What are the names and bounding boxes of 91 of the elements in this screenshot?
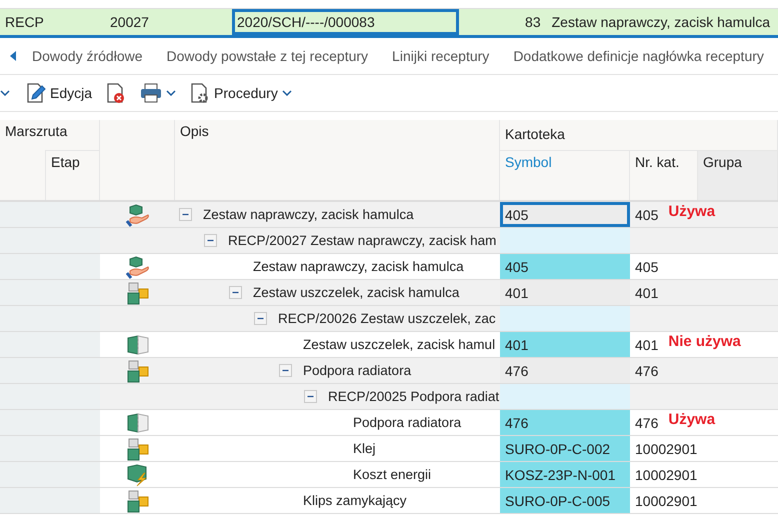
collapse-icon[interactable] — [179, 208, 192, 221]
pencil-document-icon — [26, 82, 46, 104]
symbol-cell[interactable]: 401 — [500, 332, 630, 357]
column-header[interactable]: Grupa — [703, 154, 742, 170]
table-row[interactable]: Zestaw naprawczy, zacisk hamulca 405 405 Używa — [0, 202, 778, 228]
usage-note: Używa — [668, 203, 716, 220]
table-row[interactable]: Zestaw uszczelek, zacisk hamulca 401 401 — [0, 280, 778, 306]
boxes-icon — [126, 436, 150, 460]
catalog-number-cell: 10002901 — [635, 492, 698, 508]
column-header[interactable]: Opis — [180, 123, 209, 139]
catalog-number-cell: 10002901 — [635, 440, 698, 456]
symbol-cell[interactable]: SURO-0P-C-005 — [500, 488, 630, 513]
table-row[interactable]: RECP/20027 Zestaw naprawczy, zacisk ham — [0, 228, 778, 254]
symbol-cell[interactable]: 405 — [500, 254, 630, 279]
hand-holding-box-icon — [126, 254, 150, 278]
hand-holding-box-icon — [126, 202, 150, 226]
symbol-cell[interactable]: SURO-0P-C-002 — [500, 436, 630, 461]
table-row[interactable]: Podpora radiatora 476 476 Używa — [0, 410, 778, 436]
collapse-icon[interactable] — [254, 312, 267, 325]
record-cell[interactable]: Zestaw naprawczy, zacisk hamulca — [546, 9, 778, 35]
record-cell[interactable]: 2020/SCH/----/000083 — [232, 9, 459, 35]
tab[interactable]: Dowody powstałe z tej receptury — [166, 48, 368, 64]
symbol-cell[interactable]: 476 — [500, 358, 630, 383]
table-row[interactable]: Koszt energii KOSZ-23P-N-001 10002901 — [0, 462, 778, 488]
description-cell: Zestaw uszczelek, zacisk hamul — [303, 337, 496, 352]
split-box-icon — [126, 410, 150, 434]
collapse-icon[interactable] — [204, 234, 217, 247]
caret-icon — [282, 90, 292, 96]
symbol-cell[interactable] — [500, 228, 630, 253]
catalog-number-cell: 401 — [635, 336, 658, 352]
catalog-number-cell: 405 — [635, 258, 658, 274]
description-cell: Zestaw naprawczy, zacisk hamulca — [253, 259, 464, 274]
symbol-cell[interactable]: KOSZ-23P-N-001 — [500, 462, 630, 487]
catalog-number-cell: 10002901 — [635, 466, 698, 482]
table-row[interactable]: Zestaw uszczelek, zacisk hamul 401 401 Nie używa — [0, 332, 778, 358]
description-cell: Koszt energii — [353, 467, 432, 482]
catalog-number-cell: 401 — [635, 284, 658, 300]
procedures-button[interactable]: Procedury — [188, 80, 294, 106]
catalog-number-cell: 476 — [635, 414, 658, 430]
symbol-cell[interactable]: 476 — [500, 410, 630, 435]
gear-document-icon — [190, 82, 210, 104]
description-cell: RECP/20026 Zestaw uszczelek, zac — [278, 311, 496, 326]
catalog-number-cell: 405 — [635, 206, 658, 222]
table-row[interactable]: RECP/20026 Zestaw uszczelek, zac — [0, 306, 778, 332]
symbol-cell[interactable]: 401 — [500, 280, 630, 305]
table-row[interactable]: RECP/20025 Podpora radiat — [0, 384, 778, 410]
scroll-left-icon[interactable] — [10, 51, 16, 61]
description-cell: RECP/20025 Podpora radiat — [328, 389, 500, 404]
column-header[interactable]: Marszruta — [5, 123, 68, 139]
column-header[interactable]: Symbol — [505, 154, 552, 170]
boxes-icon — [126, 358, 150, 382]
symbol-cell[interactable] — [500, 306, 630, 331]
description-cell: Klej — [353, 441, 376, 456]
description-cell: Podpora radiatora — [353, 415, 462, 430]
printer-icon — [140, 83, 162, 103]
symbol-cell[interactable] — [500, 384, 630, 409]
catalog-number-cell: 476 — [635, 362, 658, 378]
table-row[interactable]: Klej SURO-0P-C-002 10002901 — [0, 436, 778, 462]
usage-note: Nie używa — [668, 333, 741, 350]
column-header[interactable]: Kartoteka — [505, 126, 565, 142]
delete-document-icon — [106, 82, 126, 104]
table-row[interactable]: Klips zamykający SURO-0P-C-005 10002901 — [0, 488, 778, 514]
tab[interactable]: Dodatkowe definicje nagłówka receptury — [513, 48, 764, 64]
description-cell: RECP/20027 Zestaw naprawczy, zacisk ham — [228, 233, 496, 248]
description-cell: Klips zamykający — [303, 493, 407, 508]
print-button[interactable] — [138, 81, 178, 105]
tab[interactable]: Linijki receptury — [392, 48, 490, 64]
description-cell: Zestaw naprawczy, zacisk hamulca — [203, 207, 414, 222]
record-cell[interactable]: 20027 — [105, 9, 232, 35]
table-row[interactable]: Zestaw naprawczy, zacisk hamulca 405 405 — [0, 254, 778, 280]
description-cell: Podpora radiatora — [303, 363, 412, 378]
selected-record-row[interactable]: RECP 20027 2020/SCH/----/000083 83 Zestaw naprawczy, zacisk hamulca — [0, 9, 778, 38]
collapse-icon[interactable] — [304, 390, 317, 403]
record-cell[interactable]: RECP — [0, 9, 105, 35]
caret-icon — [166, 90, 176, 96]
box-lightning-icon — [126, 462, 150, 486]
tab[interactable]: Dowody źródłowe — [32, 48, 142, 64]
collapse-icon[interactable] — [279, 364, 292, 377]
edit-button[interactable]: Edycja — [24, 80, 94, 106]
description-cell: Zestaw uszczelek, zacisk hamulca — [253, 285, 460, 300]
record-cell[interactable]: 83 — [459, 9, 547, 35]
column-header[interactable]: Etap — [51, 154, 80, 170]
table-row[interactable]: Podpora radiatora 476 476 — [0, 358, 778, 384]
column-header[interactable]: Nr. kat. — [635, 154, 680, 170]
collapse-icon[interactable] — [229, 286, 242, 299]
usage-note: Używa — [668, 411, 716, 428]
split-box-icon — [126, 332, 150, 356]
boxes-icon — [126, 280, 150, 304]
caret-icon[interactable] — [0, 90, 10, 96]
boxes-icon — [126, 488, 150, 512]
symbol-cell[interactable]: 405 — [500, 202, 630, 227]
